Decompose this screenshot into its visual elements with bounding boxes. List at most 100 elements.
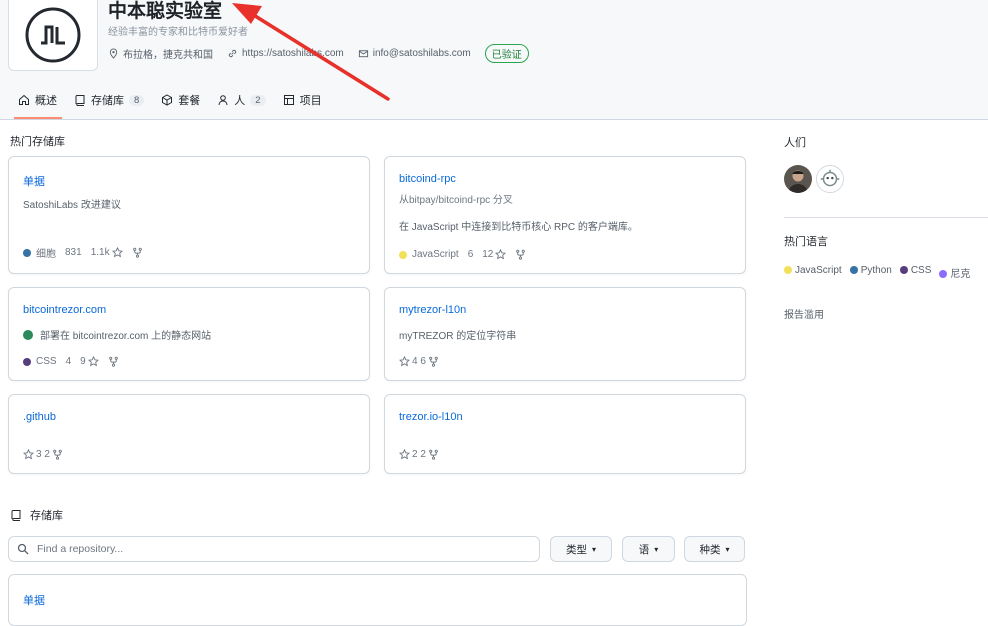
repo-name-link[interactable]: bitcoind-rpc: [399, 173, 456, 185]
repo-card: bitcointrezor.com 部署在 bitcointrezor.com …: [8, 287, 370, 381]
report-abuse-link[interactable]: 报告滥用: [784, 306, 824, 321]
star-icon: [111, 247, 123, 258]
fork-icon: [108, 356, 118, 367]
repo-forks[interactable]: [515, 249, 526, 260]
caret-down-icon: ▾: [591, 544, 596, 554]
repo-footer: 3 2: [23, 449, 63, 460]
website-link[interactable]: https://satoshilabs.com: [242, 48, 344, 59]
satoshilabs-logo-icon: [25, 7, 81, 63]
repo-stats[interactable]: 4 6: [399, 356, 439, 367]
tab-people[interactable]: 人 2: [209, 88, 274, 118]
language-dot: [399, 250, 407, 259]
star-icon: [399, 449, 410, 460]
repo-card: trezor.io-l10n 2 2: [384, 394, 746, 474]
languages-title: 热门语言: [784, 236, 828, 248]
language-name: 细胞: [36, 249, 56, 260]
repositories-title-text: 存储库: [30, 510, 63, 522]
person-avatar[interactable]: [816, 165, 844, 193]
book-icon: [19, 94, 29, 105]
star-icon: [87, 356, 99, 367]
language-name: CSS: [910, 265, 932, 276]
type-filter-button[interactable]: 类型 ▾: [550, 536, 612, 562]
tab-projects[interactable]: 项目: [275, 88, 331, 118]
repo-count: 831: [65, 247, 82, 258]
fork-icon: [429, 356, 438, 367]
repo-stats[interactable]: 3 2: [23, 449, 63, 460]
repo-footer: JavaScript 6 12: [399, 249, 526, 260]
org-avatar[interactable]: [8, 0, 98, 71]
repo-forks[interactable]: [108, 356, 119, 367]
fork-icon: [516, 249, 526, 260]
tab-label: 存储库: [91, 95, 124, 107]
person-icon: [218, 95, 228, 106]
tab-repositories[interactable]: 存储库 8: [66, 88, 153, 118]
repo-list-item: 单据: [8, 574, 747, 626]
repo-forks[interactable]: [132, 247, 143, 258]
tab-label: 人: [234, 95, 246, 107]
fork-icon: [429, 449, 438, 460]
mail-icon: [358, 50, 368, 58]
repo-list-item-link[interactable]: 单据: [23, 592, 45, 608]
repo-stats[interactable]: 2 2: [399, 449, 439, 460]
repo-stars[interactable]: 12: [482, 249, 507, 260]
email-link[interactable]: info@satoshilabs.com: [373, 48, 471, 59]
repo-name-link[interactable]: mytrezor-l10n: [399, 304, 466, 316]
repo-icon: [11, 510, 21, 521]
org-meta: 布拉格，捷克共和国 https://satoshilabs.com info@s…: [108, 44, 529, 63]
website-item[interactable]: https://satoshilabs.com: [227, 48, 344, 59]
tab-count: 8: [129, 94, 145, 106]
repositories-section-title: 存储库: [10, 507, 63, 523]
language-item[interactable]: JavaScript: [784, 265, 842, 280]
language-filter-button[interactable]: 语 ▾: [622, 536, 675, 562]
stars-count: 12: [482, 249, 494, 260]
tab-count: 2: [250, 94, 266, 106]
repo-language: 细胞: [23, 245, 56, 260]
repo-card: .github 3 2: [8, 394, 370, 474]
language-dot: [899, 266, 908, 274]
package-icon: [162, 94, 173, 106]
tab-packages[interactable]: 套餐: [153, 88, 209, 118]
org-description: 经验丰富的专家和比特币爱好者: [108, 27, 248, 38]
language-dot: [23, 357, 31, 366]
repo-search-input[interactable]: [35, 542, 519, 556]
tab-label: 项目: [299, 95, 322, 107]
repo-name-link[interactable]: 单据: [23, 173, 45, 189]
repo-card: bitcoind-rpc 从bitpay/bitcoind-rpc 分叉 在 J…: [384, 156, 746, 274]
popular-repos-title: 热门存储库: [10, 136, 65, 148]
star-icon: [399, 356, 410, 367]
org-header: 中本聪实验室 经验丰富的专家和比特币爱好者 布拉格，捷克共和国 https://…: [0, 0, 988, 120]
fork-icon: [53, 449, 62, 460]
location-icon: [109, 48, 118, 59]
repo-description: myTREZOR 的定位字符串: [399, 331, 517, 342]
repo-name-link[interactable]: trezor.io-l10n: [399, 411, 463, 423]
language-item[interactable]: Python: [849, 265, 892, 280]
location-text: 布拉格，捷克共和国: [123, 50, 213, 61]
sort-filter-button[interactable]: 种类 ▾: [684, 536, 745, 562]
link-icon: [228, 49, 237, 58]
language-name: 尼克: [950, 269, 971, 280]
repo-description: SatoshiLabs 改进建议: [23, 200, 121, 211]
language-name: Python: [860, 265, 892, 276]
language-item[interactable]: 尼克: [939, 265, 970, 280]
language-item[interactable]: CSS: [899, 265, 932, 280]
repo-card: 单据 SatoshiLabs 改进建议 细胞 831 1.1k: [8, 156, 370, 274]
org-tabs: 概述 存储库 8 套餐 人 2 项目: [10, 88, 331, 119]
email-item[interactable]: info@satoshilabs.com: [358, 48, 471, 59]
globe-icon: [23, 329, 33, 340]
table-icon: [283, 95, 294, 105]
person-avatar[interactable]: [784, 165, 812, 193]
avatar-image-icon: [784, 165, 812, 193]
repo-stars[interactable]: 9: [80, 356, 99, 367]
repo-name-link[interactable]: bitcointrezor.com: [23, 304, 106, 316]
top-languages-list: JavaScript Python CSS 尼克: [784, 265, 970, 280]
repo-footer: 细胞 831 1.1k: [23, 245, 143, 260]
language-name: CSS: [36, 356, 57, 367]
repo-stars[interactable]: 1.1k: [91, 247, 123, 258]
tab-overview[interactable]: 概述: [10, 88, 66, 119]
repo-language: CSS: [23, 356, 57, 367]
repo-footer: CSS 4 9: [23, 356, 119, 367]
repo-name-link[interactable]: .github: [23, 411, 56, 423]
stars-count: 9: [80, 356, 86, 367]
repo-description: 在 JavaScript 中连接到比特币核心 RPC 的客户端库。: [399, 222, 638, 233]
star-icon: [23, 449, 34, 460]
